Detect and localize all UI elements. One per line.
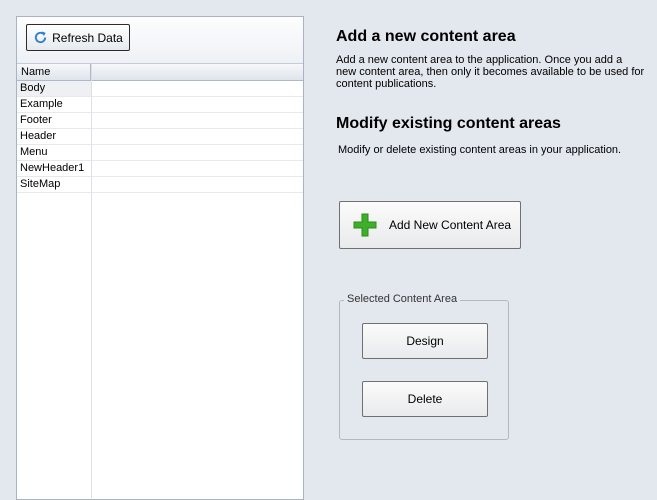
- modify-section-heading: Modify existing content areas: [336, 115, 561, 132]
- add-section-heading: Add a new content area: [336, 28, 516, 45]
- add-section-description: Add a new content area to the applicatio…: [336, 54, 644, 90]
- add-description-line-3: content publications.: [336, 78, 437, 90]
- content-area-grid: Body Example Footer Header Menu NewHeade…: [17, 81, 303, 193]
- row-name-cell: Example: [20, 98, 63, 110]
- refresh-data-label: Refresh Data: [52, 30, 123, 45]
- add-description-line-1: Add a new content area to the applicatio…: [336, 54, 623, 66]
- add-description-line-2: new content area, then only it becomes a…: [336, 66, 645, 78]
- refresh-icon: [35, 31, 47, 44]
- grid-row-example[interactable]: Example: [17, 97, 303, 113]
- plus-icon: [353, 213, 377, 237]
- row-name-cell: Body: [17, 81, 91, 96]
- content-area-list-panel: Refresh Data Name Body Example Footer He…: [16, 16, 304, 500]
- grid-header: Name: [17, 64, 303, 81]
- grid-row-sitemap[interactable]: SiteMap: [17, 177, 303, 193]
- column-header-name[interactable]: Name: [17, 64, 91, 80]
- grid-row-footer[interactable]: Footer: [17, 113, 303, 129]
- grid-row-menu[interactable]: Menu: [17, 145, 303, 161]
- delete-label: Delete: [407, 392, 443, 406]
- details-panel: Add a new content area Add a new content…: [330, 0, 657, 500]
- row-name-cell: Menu: [20, 146, 48, 158]
- row-name-cell: NewHeader1: [20, 162, 85, 174]
- modify-section-description: Modify or delete existing content areas …: [338, 144, 622, 156]
- refresh-data-button[interactable]: Refresh Data: [26, 24, 130, 51]
- add-new-content-area-button[interactable]: Add New Content Area: [339, 201, 521, 249]
- grid-row-body[interactable]: Body: [17, 81, 303, 97]
- design-button[interactable]: Design: [362, 323, 488, 359]
- delete-button[interactable]: Delete: [362, 381, 488, 417]
- group-legend: Selected Content Area: [344, 293, 461, 305]
- toolbar: Refresh Data: [17, 17, 303, 64]
- row-name-cell: Footer: [20, 114, 52, 126]
- selected-content-area-group: Selected Content Area Design Delete: [339, 293, 509, 440]
- add-new-content-area-label: Add New Content Area: [389, 218, 512, 232]
- row-name-cell: SiteMap: [20, 178, 61, 190]
- row-name-cell: Header: [20, 130, 57, 142]
- grid-row-header[interactable]: Header: [17, 129, 303, 145]
- design-label: Design: [406, 334, 444, 348]
- grid-row-newheader1[interactable]: NewHeader1: [17, 161, 303, 177]
